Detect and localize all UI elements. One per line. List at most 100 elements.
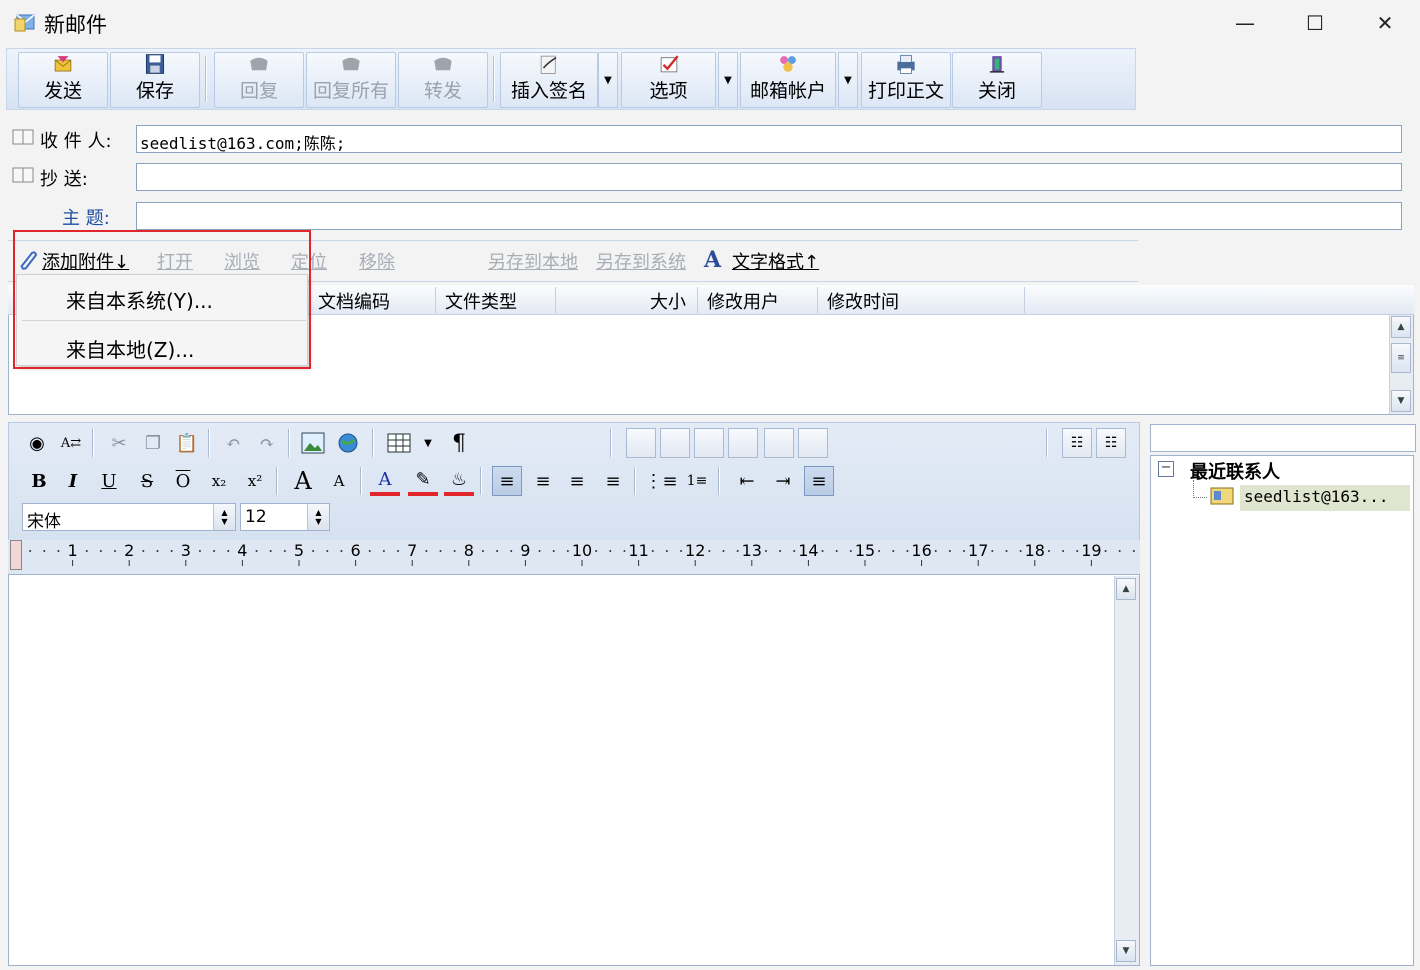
subject-field[interactable] xyxy=(136,202,1402,230)
send-button[interactable]: 发送 xyxy=(18,52,108,108)
background-color-icon[interactable]: ♨ xyxy=(444,466,474,496)
highlight-color-icon[interactable]: ✎ xyxy=(408,466,438,496)
to-field[interactable]: seedlist@163.com;陈陈; xyxy=(136,125,1402,153)
cc-label: 抄 送: xyxy=(40,169,88,190)
align-right-icon[interactable]: ≡ xyxy=(562,466,592,496)
account-dropdown-arrow[interactable]: ▼ xyxy=(838,52,858,108)
ruler-tick xyxy=(764,550,767,552)
ruler-tick xyxy=(849,550,852,552)
table-cell-icon[interactable] xyxy=(764,428,794,458)
grow-font-icon[interactable]: A xyxy=(288,466,318,496)
contact-search-input[interactable] xyxy=(1150,424,1416,452)
forward-label: 转发 xyxy=(423,80,462,102)
insert-signature-button[interactable]: 插入签名 xyxy=(500,52,598,108)
reply-all-button[interactable]: 回复所有 xyxy=(306,52,396,108)
outdent-icon[interactable]: ⇤ xyxy=(732,466,762,496)
column-doc-code[interactable]: 文档编码 xyxy=(318,288,390,314)
bullet-list-icon[interactable]: ⋮≡ xyxy=(644,466,677,496)
signature-dropdown-arrow[interactable]: ▼ xyxy=(598,52,618,108)
bold-icon[interactable]: B xyxy=(24,466,54,496)
tree-expand-icon[interactable]: ☷ xyxy=(1062,428,1092,458)
ruler-number: 10 xyxy=(572,542,592,560)
address-book-icon[interactable] xyxy=(12,128,34,146)
copy-icon[interactable]: ❐ xyxy=(138,428,168,458)
save-system-link[interactable]: 另存到系统 xyxy=(596,248,686,274)
ruler-tick xyxy=(991,550,994,552)
font-size-spinner[interactable]: ▲ ▼ xyxy=(307,504,329,530)
close-button[interactable]: 关闭 xyxy=(952,52,1042,108)
ruler-number: 3 xyxy=(181,542,191,560)
italic-icon[interactable]: I xyxy=(58,466,88,496)
numbered-list-icon[interactable]: 1≡ xyxy=(682,466,712,496)
table-cell-icon[interactable] xyxy=(728,428,758,458)
column-divider xyxy=(697,287,698,313)
scroll-thumb[interactable]: ≡ xyxy=(1391,343,1411,373)
scroll-down-button[interactable]: ▼ xyxy=(1391,390,1411,412)
message-body-editor[interactable] xyxy=(8,574,1140,966)
insert-link-icon[interactable] xyxy=(334,428,364,458)
ruler-number: 12 xyxy=(685,542,705,560)
table-cell-icon[interactable] xyxy=(626,428,656,458)
column-size[interactable]: 大小 xyxy=(650,288,686,314)
reply-button[interactable]: 回复 xyxy=(214,52,304,108)
close-window-button[interactable]: ✕ xyxy=(1350,0,1420,46)
table-cell-icon[interactable] xyxy=(660,428,690,458)
ruler-tick xyxy=(227,550,230,552)
cut-icon[interactable]: ✂ xyxy=(104,428,134,458)
paragraph-mark-icon[interactable]: ¶ xyxy=(444,428,474,458)
replace-icon[interactable]: A⇄ xyxy=(56,428,86,458)
save-button[interactable]: 保存 xyxy=(110,52,200,108)
cc-field[interactable] xyxy=(136,163,1402,191)
mail-account-button[interactable]: 邮箱帐户 xyxy=(740,52,836,108)
find-icon[interactable]: ◉ xyxy=(22,428,52,458)
shrink-font-icon[interactable]: A xyxy=(324,466,354,496)
table-cell-icon[interactable] xyxy=(694,428,724,458)
toolbar-separator xyxy=(92,429,94,457)
paragraph-format-icon[interactable]: ≡ xyxy=(804,466,834,496)
table-cell-icon[interactable] xyxy=(798,428,828,458)
font-color-icon[interactable]: A xyxy=(370,466,400,496)
indent-icon[interactable]: ⇥ xyxy=(768,466,798,496)
undo-icon[interactable]: ↶ xyxy=(218,428,248,458)
column-modify-time[interactable]: 修改时间 xyxy=(827,288,899,314)
font-family-select[interactable]: 宋体 xyxy=(22,503,236,532)
strikethrough-icon[interactable]: S xyxy=(132,466,162,496)
paste-icon[interactable]: 📋 xyxy=(172,428,202,458)
options-button[interactable]: 选项 xyxy=(621,52,716,108)
minimize-button[interactable]: — xyxy=(1210,0,1280,46)
align-center-icon[interactable]: ≡ xyxy=(528,466,558,496)
column-modify-user[interactable]: 修改用户 xyxy=(707,288,779,314)
contact-item[interactable]: seedlist@163... xyxy=(1240,485,1410,511)
editor-scroll-up-button[interactable]: ▲ xyxy=(1116,578,1136,600)
collapse-icon[interactable]: − xyxy=(1158,461,1174,477)
printer-icon xyxy=(897,54,915,74)
editor-scrollbar[interactable] xyxy=(1114,576,1139,965)
redo-icon[interactable]: ↷ xyxy=(252,428,282,458)
print-button[interactable]: 打印正文 xyxy=(861,52,951,108)
table-dropdown-arrow[interactable]: ▼ xyxy=(418,428,438,458)
superscript-icon[interactable]: x² xyxy=(240,466,270,496)
ruler-number: 7 xyxy=(407,542,417,560)
underline-icon[interactable]: U xyxy=(94,466,124,496)
save-local-link[interactable]: 另存到本地 xyxy=(488,248,578,274)
editor-scroll-down-button[interactable]: ▼ xyxy=(1116,940,1136,962)
options-dropdown-arrow[interactable]: ▼ xyxy=(718,52,738,108)
column-file-type[interactable]: 文件类型 xyxy=(445,288,517,314)
maximize-button[interactable]: ☐ xyxy=(1280,0,1350,46)
to-label: 收 件 人: xyxy=(40,131,112,152)
font-family-spinner[interactable]: ▲ ▼ xyxy=(213,504,235,530)
ruler-tick xyxy=(439,550,442,552)
forward-button[interactable]: 转发 xyxy=(398,52,488,108)
remove-link[interactable]: 移除 xyxy=(359,248,395,274)
ruler-tick xyxy=(1104,550,1107,552)
subscript-icon[interactable]: x₂ xyxy=(204,466,234,496)
overline-icon[interactable]: O xyxy=(168,466,198,496)
insert-table-icon[interactable] xyxy=(384,428,414,458)
address-book-icon[interactable] xyxy=(12,166,34,184)
tree-collapse-icon[interactable]: ☷ xyxy=(1096,428,1126,458)
align-left-icon[interactable]: ≡ xyxy=(492,466,522,496)
text-format-link[interactable]: 文字格式↑ xyxy=(732,248,819,274)
insert-image-icon[interactable] xyxy=(298,428,328,458)
scroll-up-button[interactable]: ▲ xyxy=(1391,316,1411,338)
justify-icon[interactable]: ≡ xyxy=(598,466,628,496)
